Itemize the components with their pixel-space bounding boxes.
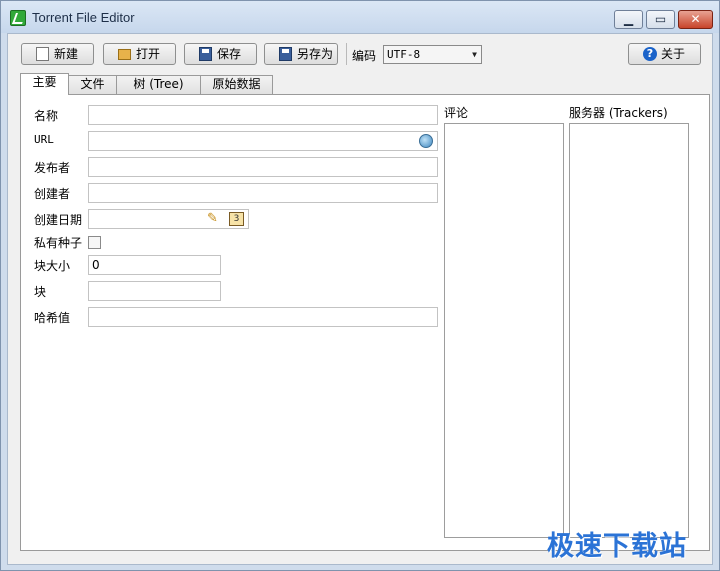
publisher-input[interactable] [88,157,438,177]
open-button[interactable]: 打开 [103,43,176,65]
name-label: 名称 [34,109,59,123]
new-button[interactable]: 新建 [21,43,94,65]
pieces-label: 块 [34,285,47,299]
hash-label: 哈希值 [34,311,71,325]
app-window: Torrent File Editor ▁ ▭ ✕ 新建 打开 保存 另存为 编… [0,0,720,571]
window-title: Torrent File Editor [32,10,135,25]
tab-raw-data-label: 原始数据 [212,77,261,91]
piece-size-label: 块大小 [34,259,71,273]
calendar-icon[interactable]: 3 [229,212,244,226]
piece-size-input[interactable]: 0 [88,255,221,275]
tab-raw-data[interactable]: 原始数据 [200,75,273,94]
about-button[interactable]: ? 关于 [628,43,701,65]
private-torrent-label: 私有种子 [34,236,83,250]
maximize-icon: ▭ [654,12,667,26]
tab-tree[interactable]: 树 (Tree) [116,75,201,94]
new-button-label: 新建 [54,47,79,61]
folder-open-icon [118,49,131,60]
close-icon: ✕ [690,12,701,26]
url-label: URL [34,133,54,146]
creation-date-input[interactable]: ✎ 3 [88,209,249,229]
creation-date-label: 创建日期 [34,213,83,227]
creator-label: 创建者 [34,187,71,201]
url-input[interactable] [88,131,438,151]
toolbar-separator [346,43,347,65]
minimize-icon: ▁ [623,12,634,26]
watermark-logo: 极速下载站 [547,531,687,562]
tab-files-label: 文件 [80,77,105,91]
publisher-label: 发布者 [34,161,71,175]
close-button[interactable]: ✕ [678,10,713,29]
main-tab-panel: 名称 URL 发布者 创建者 创建日期 ✎ 3 私有种子 块大小 0 块 哈希值… [20,94,710,551]
comment-textarea[interactable] [444,123,564,538]
tab-tree-label: 树 (Tree) [133,77,184,91]
floppy-disk-icon [279,47,292,61]
floppy-disk-icon [199,47,212,61]
trackers-label: 服务器 (Trackers) [569,106,668,120]
tab-main[interactable]: 主要 [20,73,69,95]
encoding-select[interactable]: UTF-8 ▼ [383,45,482,64]
hash-input[interactable] [88,307,438,327]
comment-label: 评论 [444,106,469,120]
broom-icon[interactable]: ✎ [207,212,221,226]
tab-files[interactable]: 文件 [68,75,117,94]
pieces-input[interactable] [88,281,221,301]
title-bar[interactable]: Torrent File Editor ▁ ▭ ✕ [1,1,719,33]
piece-size-value: 0 [92,258,100,272]
save-button[interactable]: 保存 [184,43,257,65]
minimize-button[interactable]: ▁ [614,10,643,29]
encoding-label: 编码 [352,49,377,63]
client-area: 新建 打开 保存 另存为 编码 UTF-8 ▼ ? 关于 主要 文件 树 (Tr… [7,33,713,565]
private-torrent-checkbox[interactable] [88,236,101,249]
name-input[interactable] [88,105,438,125]
encoding-value: UTF-8 [387,48,421,61]
save-button-label: 保存 [217,47,242,61]
globe-icon[interactable] [419,134,433,148]
save-as-button[interactable]: 另存为 [264,43,338,65]
torrent-app-icon [10,10,26,26]
new-file-icon [36,47,49,61]
tab-main-label: 主要 [32,75,57,89]
help-icon: ? [643,47,657,61]
about-button-label: 关于 [661,47,686,61]
maximize-button[interactable]: ▭ [646,10,675,29]
chevron-down-icon: ▼ [472,50,477,59]
creator-input[interactable] [88,183,438,203]
trackers-textarea[interactable] [569,123,689,538]
open-button-label: 打开 [136,47,161,61]
save-as-button-label: 另存为 [297,47,334,61]
